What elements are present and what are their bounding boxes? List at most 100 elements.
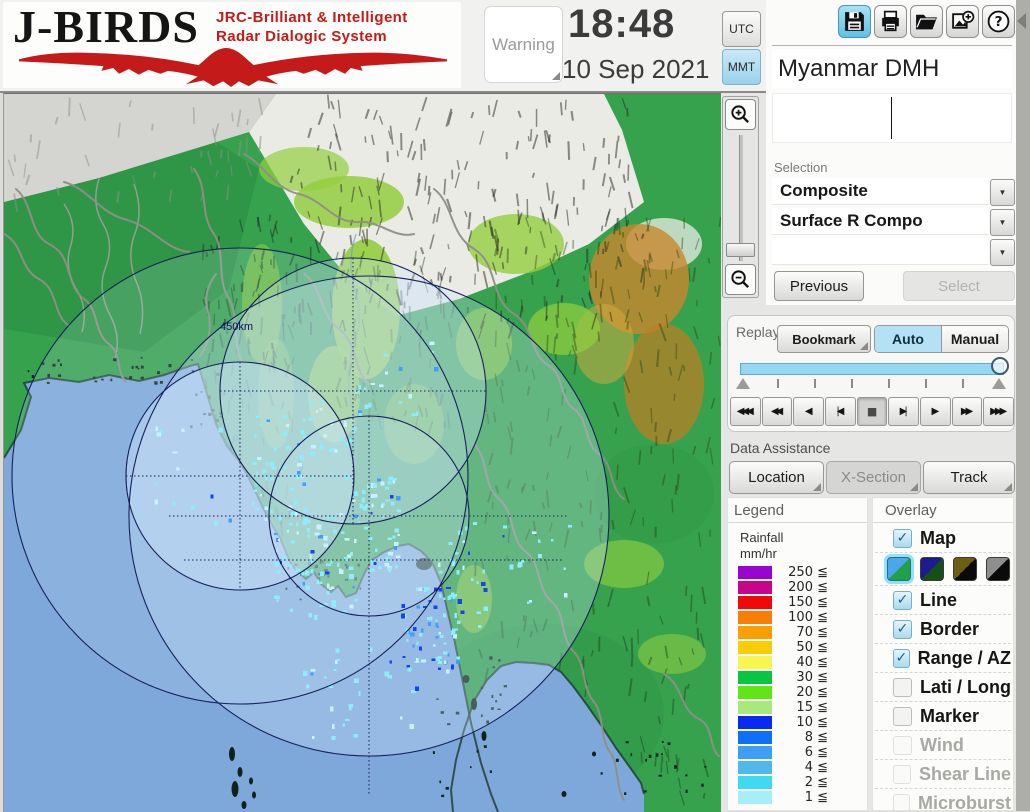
print-button[interactable] bbox=[874, 5, 907, 38]
checkbox-icon[interactable]: ✓ bbox=[893, 648, 910, 668]
zoom-slider-handle[interactable] bbox=[726, 243, 755, 257]
dropdown-extra: ▼ bbox=[772, 238, 1015, 266]
map-style-swatch-2[interactable] bbox=[920, 557, 944, 581]
open-folder-icon bbox=[914, 9, 939, 34]
overlay-option-microburst: Microburst bbox=[875, 789, 1011, 811]
chevron-down-icon[interactable]: ▼ bbox=[990, 239, 1015, 266]
selection-label: Selection bbox=[774, 160, 828, 175]
data-assistance-label: Data Assistance bbox=[730, 440, 831, 456]
timezone-mmt-button[interactable]: MMT bbox=[722, 49, 761, 85]
overlay-options: ✓ Map ✓ Line ✓ Border ✓ Range / AZ Lati / Long Ma… bbox=[875, 524, 1011, 811]
previous-button[interactable]: Previous bbox=[774, 271, 864, 301]
legend-row: 8 ≦ bbox=[738, 730, 860, 745]
fast-rewind-button[interactable]: ◀◀ bbox=[761, 397, 793, 426]
checkbox-icon bbox=[893, 764, 911, 784]
x-section-button[interactable]: X-Section bbox=[826, 461, 921, 494]
checkbox-icon[interactable] bbox=[893, 706, 912, 726]
legend-row: 4 ≦ bbox=[738, 760, 860, 775]
legend-row: 40 ≦ bbox=[738, 655, 860, 670]
overlay-option-line[interactable]: ✓ Line bbox=[875, 586, 1011, 615]
legend-row: 200 ≦ bbox=[738, 580, 860, 595]
map-style-swatch-4[interactable] bbox=[986, 557, 1010, 581]
overlay-option-map[interactable]: ✓ Map bbox=[875, 524, 1011, 553]
map-style-swatch-1[interactable] bbox=[887, 557, 911, 581]
overlay-option-label: Microburst bbox=[917, 792, 1011, 811]
chevron-down-icon[interactable]: ▼ bbox=[990, 179, 1015, 206]
track-button[interactable]: Track bbox=[923, 461, 1015, 494]
overlay-option-label: Wind bbox=[920, 734, 964, 755]
open-folder-button[interactable] bbox=[910, 5, 943, 38]
fastest-forward-icon: ▶▶▶ bbox=[990, 406, 1007, 417]
slider-tick bbox=[962, 379, 964, 388]
add-image-icon bbox=[950, 9, 975, 34]
logo-tagline-2: Radar Dialogic System bbox=[216, 28, 387, 45]
overlay-option-border[interactable]: ✓ Border bbox=[875, 615, 1011, 644]
radar-map[interactable]: 450km bbox=[3, 93, 721, 812]
play-reverse-icon: ◀ bbox=[804, 406, 813, 417]
legend-threshold: 200 ≦ bbox=[788, 580, 828, 595]
slider-end-marker-icon[interactable] bbox=[992, 378, 1006, 389]
map-style-swatches bbox=[875, 553, 1011, 586]
legend-row: 70 ≦ bbox=[738, 625, 860, 640]
fastest-forward-button[interactable]: ▶▶▶ bbox=[983, 397, 1015, 426]
legend-color-swatch bbox=[738, 791, 772, 804]
legend-threshold: 1 ≦ bbox=[804, 790, 828, 805]
auto-mode-button[interactable]: Auto bbox=[875, 326, 942, 352]
overlay-option-lati-long[interactable]: Lati / Long bbox=[875, 673, 1011, 702]
add-image-button[interactable] bbox=[946, 5, 979, 38]
legend-scale: 250 ≦ 200 ≦ 150 ≦ 100 ≦ 70 ≦ 50 ≦ 40 ≦ 30 ≦ 20 ≦… bbox=[738, 565, 860, 806]
zoom-in-button[interactable] bbox=[725, 99, 756, 130]
legend-threshold: 10 ≦ bbox=[796, 715, 828, 730]
warning-button[interactable]: Warning bbox=[484, 6, 563, 83]
fastest-rewind-button[interactable]: ◀◀◀ bbox=[730, 397, 761, 426]
overlay-option-label: Marker bbox=[920, 705, 980, 726]
step-first-icon: |◀ bbox=[836, 406, 844, 417]
dropdown-extra-value[interactable] bbox=[772, 238, 988, 265]
legend-color-swatch bbox=[738, 716, 772, 729]
slider-start-marker-icon[interactable] bbox=[736, 378, 750, 389]
location-button[interactable]: Location bbox=[729, 461, 824, 494]
play-button[interactable]: ▶ bbox=[920, 397, 951, 426]
checkbox-icon[interactable]: ✓ bbox=[893, 619, 912, 639]
select-button[interactable]: Select bbox=[903, 271, 1015, 301]
step-first-button[interactable]: |◀ bbox=[825, 397, 856, 426]
legend-threshold: 30 ≦ bbox=[796, 670, 828, 685]
overlay-option-shear-line: Shear Line bbox=[875, 760, 1011, 789]
station-name: Myanmar DMH bbox=[772, 49, 1012, 88]
overlay-option-range-az[interactable]: ✓ Range / AZ bbox=[875, 644, 1011, 673]
time-slider-handle[interactable] bbox=[991, 357, 1009, 375]
fast-forward-button[interactable]: ▶▶ bbox=[951, 397, 983, 426]
chevron-down-icon[interactable]: ▼ bbox=[990, 209, 1015, 236]
overlay-option-marker[interactable]: Marker bbox=[875, 702, 1011, 731]
play-reverse-button[interactable]: ◀ bbox=[793, 397, 825, 426]
manual-mode-button[interactable]: Manual bbox=[942, 326, 1008, 352]
checkbox-icon[interactable]: ✓ bbox=[893, 528, 912, 548]
legend-color-swatch bbox=[738, 626, 772, 639]
app-logo: J-BIRDS JRC-Brilliant & Intelligent Rada… bbox=[3, 1, 461, 88]
slider-tick bbox=[888, 379, 890, 388]
legend-threshold: 50 ≦ bbox=[796, 640, 828, 655]
step-last-button[interactable]: ▶| bbox=[888, 397, 920, 426]
zoom-out-button[interactable] bbox=[725, 264, 756, 295]
save-button[interactable] bbox=[838, 5, 871, 38]
checkbox-icon[interactable]: ✓ bbox=[893, 590, 912, 610]
station-search-input[interactable] bbox=[772, 93, 1012, 143]
help-button[interactable]: ? bbox=[982, 5, 1015, 38]
stop-button[interactable]: ■ bbox=[856, 397, 888, 426]
help-icon: ? bbox=[986, 9, 1011, 34]
legend-color-swatch bbox=[738, 776, 772, 789]
fast-forward-icon: ▶▶ bbox=[960, 406, 973, 417]
dropdown-product-type-value[interactable]: Composite bbox=[772, 178, 988, 205]
legend-row: 6 ≦ bbox=[738, 745, 860, 760]
dropdown-product-value[interactable]: Surface R Compo bbox=[772, 208, 988, 235]
bookmark-button[interactable]: Bookmark bbox=[777, 325, 871, 353]
map-style-swatch-3[interactable] bbox=[953, 557, 977, 581]
clock-time: 18:48 bbox=[568, 2, 676, 46]
time-slider-track[interactable] bbox=[740, 363, 1004, 375]
map-zoom-control bbox=[722, 96, 759, 298]
legend-row: 1 ≦ bbox=[738, 790, 860, 805]
timezone-utc-button[interactable]: UTC bbox=[722, 11, 761, 47]
checkbox-icon[interactable] bbox=[893, 677, 912, 697]
panel-collapse-icon[interactable] bbox=[1017, 13, 1026, 29]
window-edge-strip bbox=[1016, 0, 1030, 811]
